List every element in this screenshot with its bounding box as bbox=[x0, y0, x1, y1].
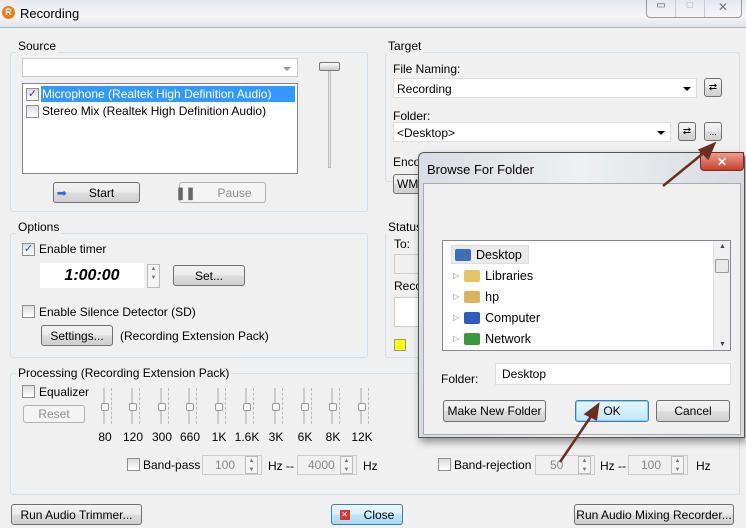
arrow-head bbox=[583, 402, 600, 421]
arrow-head bbox=[697, 141, 717, 161]
annotation-arrows bbox=[558, 141, 717, 463]
arrow-to-browse bbox=[662, 150, 707, 187]
arrow-to-ok bbox=[558, 414, 594, 463]
